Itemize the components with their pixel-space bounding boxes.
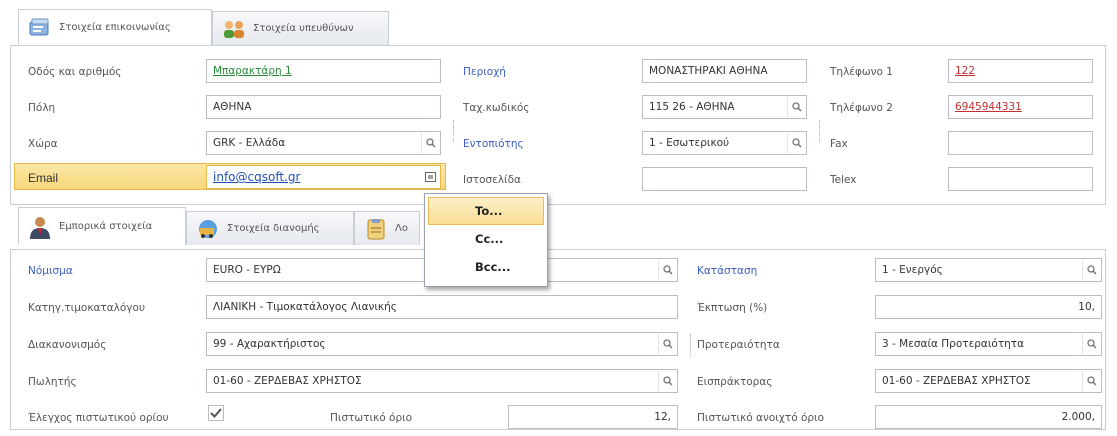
collector-label: Εισπράκτορας [697, 376, 773, 388]
discount-value: 10, [1078, 301, 1095, 313]
bottom-tabstrip: Εμπορικά στοιχεία Στοιχεία διανομής Λο [18, 207, 420, 245]
tab-accounting[interactable]: Λο [354, 211, 420, 245]
tab-delivery-label: Στοιχεία διανομής [227, 223, 320, 234]
street-value: Μπαρακτάρη 1 [213, 65, 292, 77]
search-icon[interactable] [1082, 260, 1100, 280]
collector-field[interactable]: 01-60 - ΖΕΡΔΕΒΑΣ ΧΡΗΣΤΟΣ [875, 369, 1102, 393]
credit-check-checkbox[interactable] [208, 405, 224, 421]
tab-responsibles[interactable]: Στοιχεία υπευθύνων [212, 11, 389, 45]
search-icon[interactable] [658, 260, 676, 280]
tab-contact-info-label: Στοιχεία επικοινωνίας [59, 22, 171, 33]
email-context-menu: To... Cc... Bcc... [424, 193, 548, 287]
phone2-field[interactable]: 6945944331 [948, 95, 1093, 119]
people-icon [221, 18, 247, 40]
zip-label: Ταχ.κωδικός [463, 102, 530, 114]
email-value: info@cqsoft.gr [213, 170, 301, 184]
pricelist-field[interactable]: ΛΙΑΝΙΚΗ - Τιμοκατάλογος Λιανικής [206, 295, 678, 319]
search-icon[interactable] [421, 133, 439, 153]
pricelist-value: ΛΙΑΝΙΚΗ - Τιμοκατάλογος Λιανικής [213, 301, 397, 313]
settlement-field[interactable]: 99 - Αχαρακτήριστος [206, 332, 678, 356]
tab-responsibles-label: Στοιχεία υπευθύνων [253, 23, 354, 34]
search-icon[interactable] [658, 334, 676, 354]
column-separator [690, 334, 691, 356]
salesman-field[interactable]: 01-60 - ΖΕΡΔΕΒΑΣ ΧΡΗΣΤΟΣ [206, 369, 678, 393]
country-label: Χώρα [28, 138, 58, 150]
currency-label[interactable]: Νόμισμα [28, 265, 73, 277]
column-separator [819, 120, 820, 142]
zip-field[interactable]: 115 26 - ΑΘΗΝΑ [642, 95, 807, 119]
credit-check-label: Έλεγχος πιστωτικού ορίου [28, 412, 169, 424]
fax-field[interactable] [948, 131, 1093, 155]
locality-label[interactable]: Εντοπιότης [463, 138, 524, 150]
city-field[interactable]: ΑΘΗΝΑ [206, 95, 441, 119]
telex-field[interactable] [948, 167, 1093, 191]
locality-value: 1 - Εσωτερικού [649, 137, 730, 149]
search-icon[interactable] [1082, 334, 1100, 354]
priority-label: Προτεραιότητα [697, 339, 780, 351]
phone2-label: Τηλέφωνο 2 [830, 102, 893, 114]
salesman-label: Πωλητής [28, 376, 77, 388]
search-icon[interactable] [1082, 371, 1100, 391]
street-field[interactable]: Μπαρακτάρη 1 [206, 59, 441, 83]
salesman-value: 01-60 - ΖΕΡΔΕΒΑΣ ΧΡΗΣΤΟΣ [213, 375, 362, 387]
tab-accounting-label: Λο [395, 223, 408, 234]
menu-item-to[interactable]: To... [428, 197, 544, 225]
menu-item-cc[interactable]: Cc... [428, 225, 544, 253]
settlement-label: Διακανονισμός [28, 339, 107, 351]
settlement-value: 99 - Αχαρακτήριστος [213, 338, 326, 350]
website-label: Ιστοσελίδα [463, 174, 521, 186]
credit-limit-label: Πιστωτικό όριο [330, 412, 413, 424]
tab-commercial[interactable]: Εμπορικά στοιχεία [18, 207, 186, 245]
email-field[interactable]: info@cqsoft.gr [206, 165, 441, 189]
city-label: Πόλη [28, 102, 56, 114]
open-credit-label: Πιστωτικό ανοιχτό όριο [697, 412, 825, 424]
search-icon[interactable] [787, 97, 805, 117]
discount-field[interactable]: 10, [875, 295, 1102, 319]
open-credit-field[interactable]: 2.000, [875, 405, 1102, 429]
phone1-field[interactable]: 122 [948, 59, 1093, 83]
top-tabstrip: Στοιχεία επικοινωνίας Στοιχεία υπευθύνων [18, 9, 389, 45]
pricelist-label: Κατηγ.τιμοκαταλόγου [28, 302, 146, 314]
menu-item-bcc[interactable]: Bcc... [428, 253, 544, 281]
delivery-icon [195, 218, 221, 240]
telex-label: Telex [830, 174, 857, 186]
locality-field[interactable]: 1 - Εσωτερικού [642, 131, 807, 155]
email-label: Email [28, 171, 59, 185]
open-credit-value: 2.000, [1061, 411, 1095, 423]
priority-value: 3 - Μεσαία Προτεραιότητα [882, 338, 1025, 350]
tab-contact-info[interactable]: Στοιχεία επικοινωνίας [18, 9, 212, 45]
credit-limit-field[interactable]: 12, [508, 405, 678, 429]
tab-delivery[interactable]: Στοιχεία διανομής [186, 211, 354, 245]
column-separator [453, 120, 454, 142]
credit-limit-value: 12, [654, 411, 671, 423]
tab-commercial-label: Εμπορικά στοιχεία [59, 221, 153, 232]
phone2-value: 6945944331 [955, 101, 1022, 113]
street-label: Οδός και αριθμός [28, 66, 122, 78]
phone1-value: 122 [955, 65, 976, 77]
status-label[interactable]: Κατάσταση [697, 265, 757, 277]
zip-value: 115 26 - ΑΘΗΝΑ [649, 101, 735, 113]
clipboard-icon [363, 218, 389, 240]
phone1-label: Τηλέφωνο 1 [830, 66, 893, 78]
search-icon[interactable] [787, 133, 805, 153]
website-field[interactable] [642, 167, 807, 191]
city-value: ΑΘΗΝΑ [213, 101, 252, 113]
country-field[interactable]: GRK - Ελλάδα [206, 131, 441, 155]
country-value: GRK - Ελλάδα [213, 137, 286, 149]
status-field[interactable]: 1 - Ενεργός [875, 258, 1102, 282]
search-icon[interactable] [658, 371, 676, 391]
dropdown-button[interactable] [421, 167, 439, 187]
businessman-icon [27, 216, 53, 239]
area-label[interactable]: Περιοχή [463, 66, 506, 78]
discount-label: Έκπτωση (%) [697, 302, 768, 314]
priority-field[interactable]: 3 - Μεσαία Προτεραιότητα [875, 332, 1102, 356]
contact-card-icon [27, 17, 53, 39]
collector-value: 01-60 - ΖΕΡΔΕΒΑΣ ΧΡΗΣΤΟΣ [882, 375, 1031, 387]
fax-label: Fax [830, 138, 848, 150]
area-value: ΜΟΝΑΣΤΗΡΑΚΙ ΑΘΗΝΑ [649, 65, 768, 77]
status-value: 1 - Ενεργός [882, 264, 943, 276]
area-field[interactable]: ΜΟΝΑΣΤΗΡΑΚΙ ΑΘΗΝΑ [642, 59, 807, 83]
